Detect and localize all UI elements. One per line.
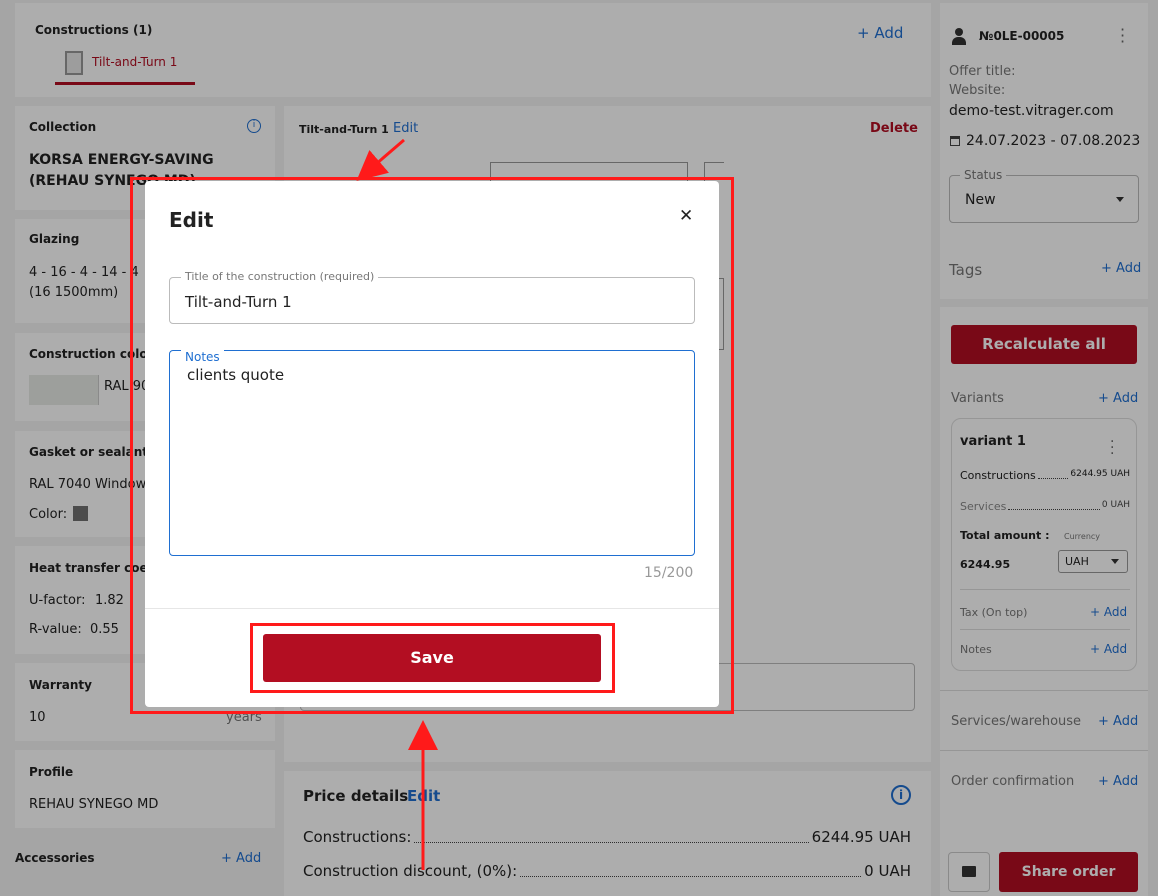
annotation-arrows (356, 138, 438, 870)
arrow-to-edit (356, 138, 405, 181)
